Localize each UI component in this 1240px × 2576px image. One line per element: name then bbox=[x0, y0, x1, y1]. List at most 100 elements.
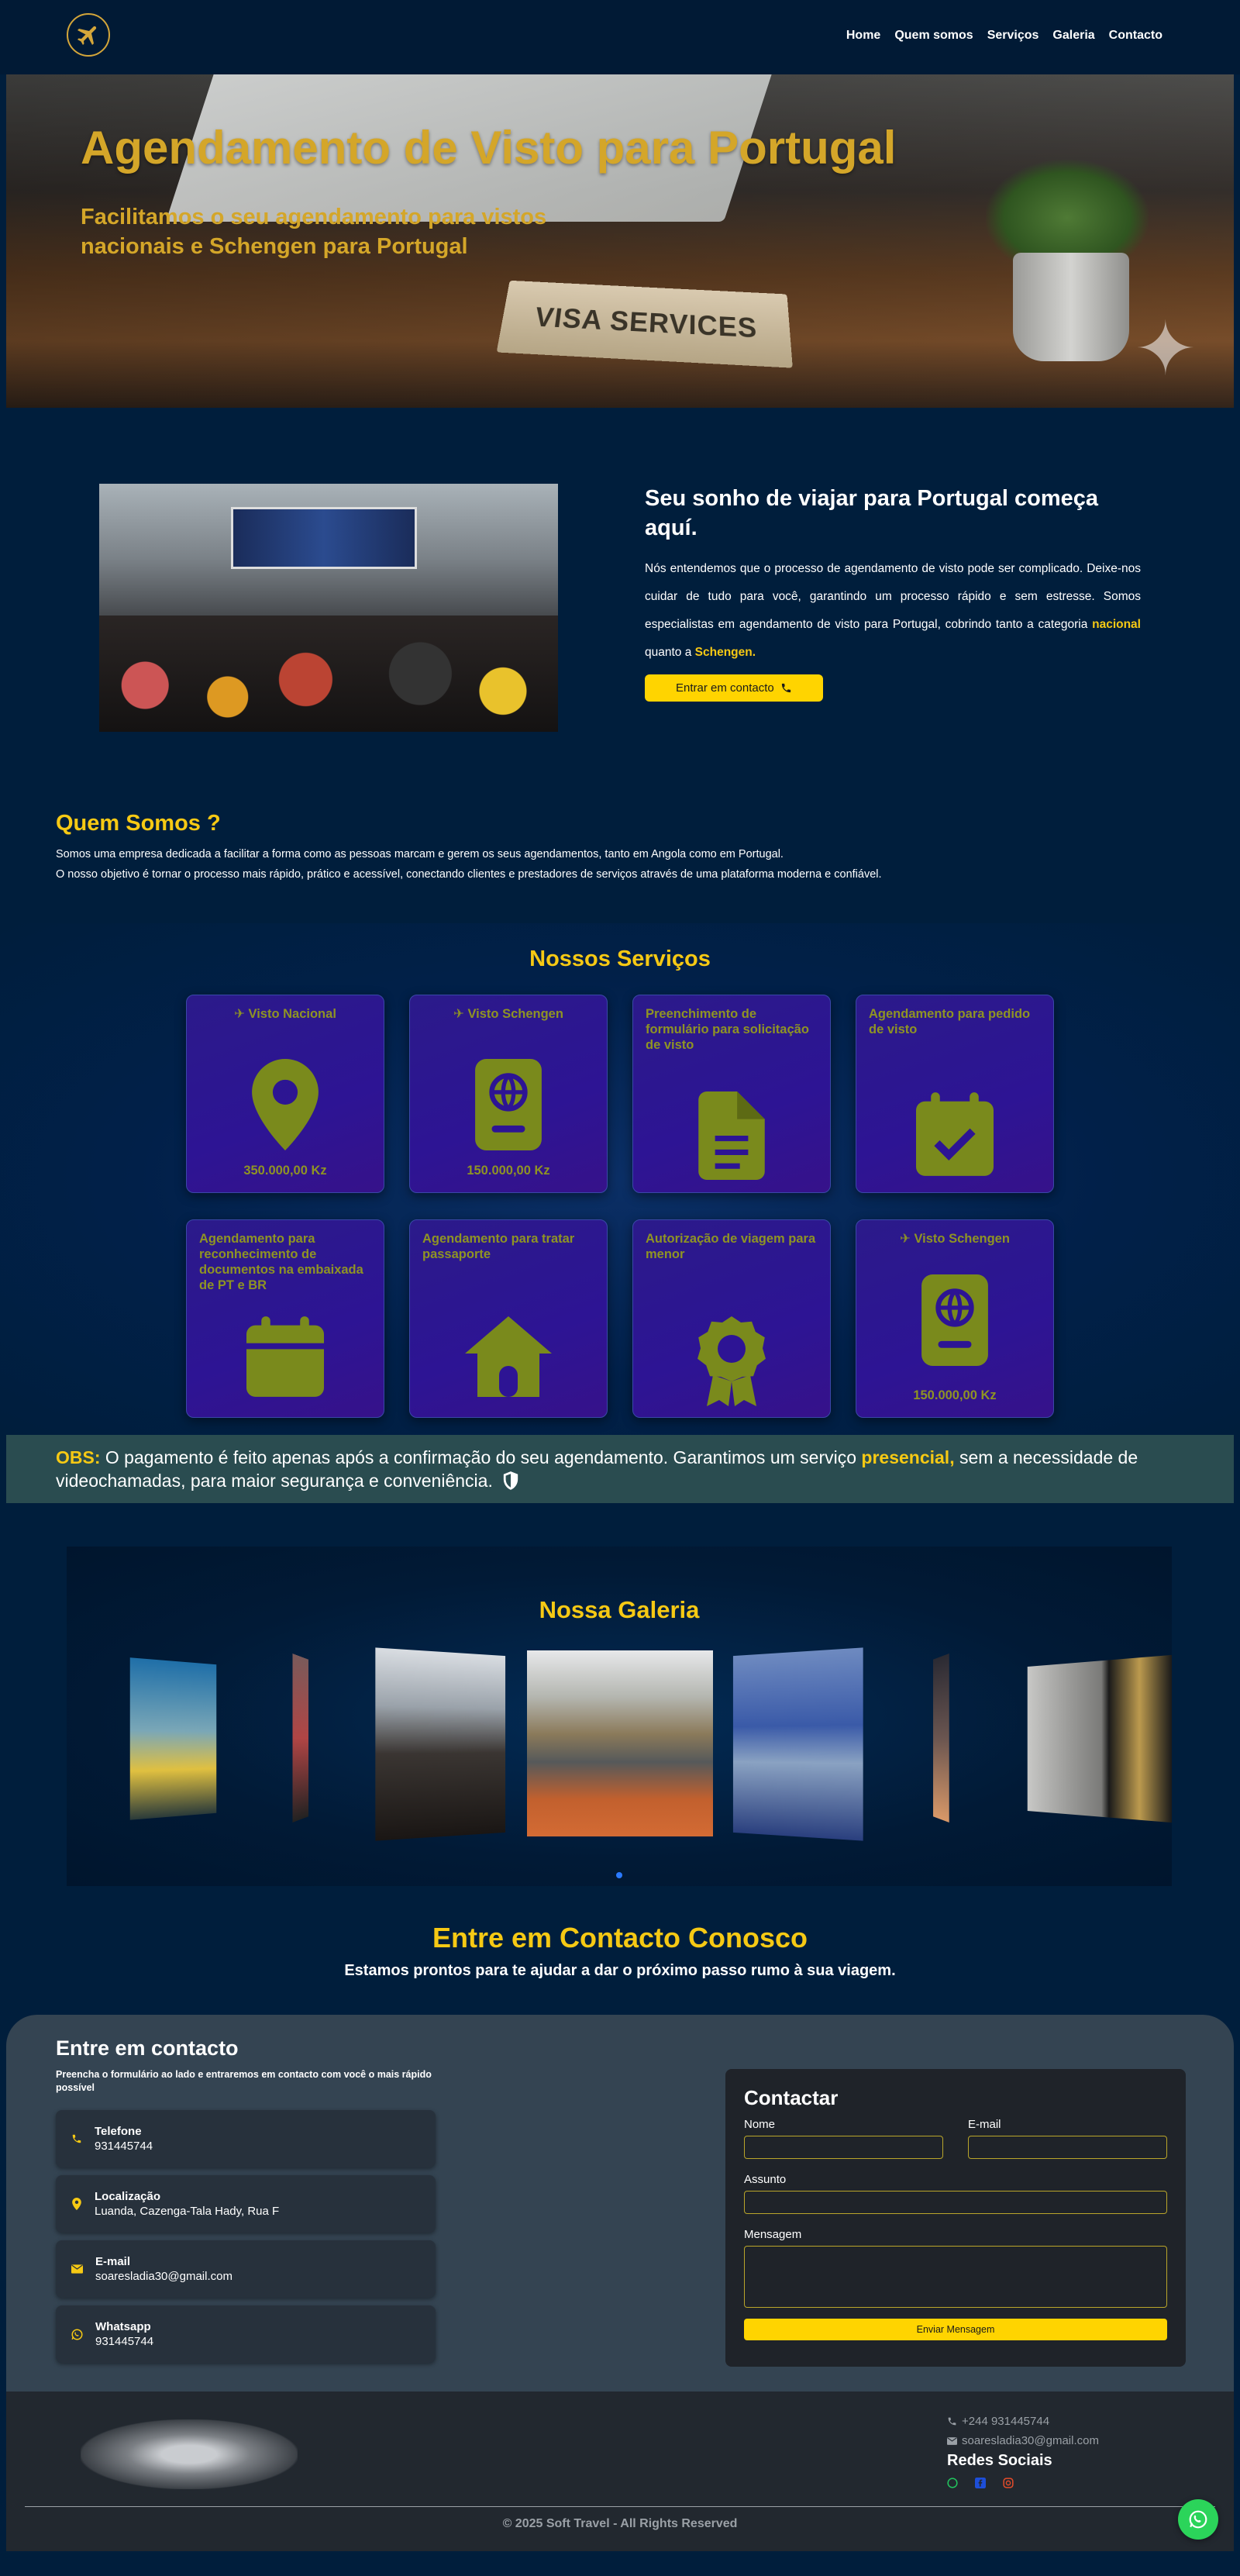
service-title: Agendamento para pedido de visto bbox=[869, 1007, 1031, 1036]
service-title: Agendamento para reconhecimento de docum… bbox=[199, 1232, 363, 1292]
obs-highlight: presencial, bbox=[861, 1447, 955, 1467]
service-card[interactable]: Agendamento para tratar passaporte bbox=[409, 1219, 608, 1418]
document-icon bbox=[698, 1091, 765, 1184]
message-textarea[interactable] bbox=[744, 2246, 1167, 2308]
email-label: E-mail bbox=[968, 2118, 1001, 2131]
contact-info-sub: Preencha o formulário ao lado e entrarem… bbox=[56, 2069, 432, 2093]
visa-services-sign: VISA SERVICES bbox=[496, 280, 793, 368]
hero-pot-decoration bbox=[1013, 253, 1129, 361]
gallery-slide[interactable] bbox=[129, 1657, 217, 1820]
service-card[interactable]: Autorização de viagem para menor bbox=[632, 1219, 831, 1418]
services-section: Nossos Serviços ✈ Visto Nacional 350.000… bbox=[0, 923, 1240, 1435]
services-heading: Nossos Serviços bbox=[529, 947, 711, 971]
info-label: Telefone bbox=[95, 2125, 142, 2138]
whatsapp-icon bbox=[71, 2329, 83, 2340]
gallery-section: Nossa Galeria bbox=[0, 1503, 1240, 1914]
contact-subtitle: Estamos prontos para te ajudar a dar o p… bbox=[344, 1962, 896, 1979]
info-label: Whatsapp bbox=[95, 2320, 151, 2333]
gallery-slide[interactable] bbox=[375, 1647, 506, 1841]
gallery-slide[interactable] bbox=[933, 1653, 949, 1823]
nav-link-home[interactable]: Home bbox=[846, 29, 880, 43]
footer: +244 931445744 soaresladia30@gmail.com R… bbox=[6, 2392, 1234, 2551]
travelers-crowd bbox=[99, 616, 558, 732]
service-price: 350.000,00 Kz bbox=[243, 1164, 327, 1178]
phone-icon bbox=[948, 2417, 956, 2426]
service-title: Preenchimento de formulário para solicit… bbox=[646, 1007, 809, 1052]
nav-link-quem-somos[interactable]: Quem somos bbox=[894, 29, 973, 43]
contact-cta-button[interactable]: Entrar em contacto bbox=[645, 674, 823, 702]
service-title: Autorização de viagem para menor bbox=[646, 1232, 816, 1261]
instagram-icon[interactable] bbox=[1003, 2478, 1014, 2488]
info-value: Luanda, Cazenga-Tala Hady, Rua F bbox=[95, 2205, 280, 2218]
message-label: Mensagem bbox=[744, 2228, 802, 2241]
about-line-2: O nosso objetivo é tornar o processo mai… bbox=[56, 868, 882, 881]
service-card[interactable]: Agendamento para reconhecimento de docum… bbox=[186, 1219, 384, 1418]
gallery-heading: Nossa Galeria bbox=[539, 1596, 700, 1623]
contact-section: Entre em contacto Preencha o formulário … bbox=[6, 2015, 1234, 2392]
hero-banner: VISA SERVICES ✦ Agendamento de Visto par… bbox=[6, 74, 1234, 408]
send-message-button[interactable]: Enviar Mensagem bbox=[744, 2319, 1167, 2340]
nav-link-contacto[interactable]: Contacto bbox=[1109, 29, 1162, 43]
name-input[interactable] bbox=[744, 2136, 943, 2159]
social-links bbox=[947, 2478, 1164, 2488]
footer-email[interactable]: soaresladia30@gmail.com bbox=[947, 2434, 1164, 2447]
footer-divider bbox=[25, 2506, 1215, 2507]
highlight-nacional: nacional bbox=[1092, 618, 1141, 631]
award-icon bbox=[694, 1316, 769, 1410]
map-pin-icon bbox=[252, 1059, 319, 1154]
info-label: Localização bbox=[95, 2190, 161, 2203]
service-title: Agendamento para tratar passaporte bbox=[422, 1232, 575, 1261]
services-grid: ✈ Visto Nacional 350.000,00 Kz ✈ Visto S… bbox=[186, 995, 1054, 1418]
email-icon bbox=[71, 2264, 83, 2274]
info-value: soaresladia30@gmail.com bbox=[95, 2270, 232, 2283]
about-section: Quem Somos ? Somos uma empresa dedicada … bbox=[0, 811, 1240, 923]
info-card-whatsapp[interactable]: Whatsapp 931445744 bbox=[56, 2305, 436, 2363]
calendar-check-icon bbox=[916, 1091, 994, 1181]
intro-text-start: Nós entendemos que o processo de agendam… bbox=[645, 562, 1141, 631]
nav-link-galeria[interactable]: Galeria bbox=[1052, 29, 1094, 43]
gallery-carousel[interactable]: Nossa Galeria bbox=[67, 1547, 1172, 1886]
footer-phone-text: +244 931445744 bbox=[962, 2415, 1050, 2428]
contact-title: Entre em Contacto Conosco bbox=[432, 1922, 808, 1954]
info-value: 931445744 bbox=[95, 2335, 154, 2348]
navbar: Home Quem somos Serviços Galeria Contact… bbox=[0, 0, 1240, 74]
footer-phone[interactable]: +244 931445744 bbox=[947, 2415, 1164, 2428]
whatsapp-float-button[interactable] bbox=[1178, 2499, 1218, 2540]
footer-plane-logo bbox=[81, 2419, 298, 2489]
form-title: Contactar bbox=[744, 2086, 839, 2109]
service-card[interactable]: ✈ Visto Schengen 150.000,00 Kz bbox=[409, 995, 608, 1193]
intro-paragraph: Nós entendemos que o processo de agendam… bbox=[645, 555, 1141, 667]
info-card-email[interactable]: E-mail soaresladia30@gmail.com bbox=[56, 2240, 436, 2298]
passport-icon bbox=[921, 1274, 988, 1370]
service-card[interactable]: ✈ Visto Nacional 350.000,00 Kz bbox=[186, 995, 384, 1193]
departure-boards bbox=[231, 507, 417, 569]
service-card[interactable]: ✈ Visto Schengen 150.000,00 Kz bbox=[856, 1219, 1054, 1418]
subject-input[interactable] bbox=[744, 2191, 1167, 2214]
nav-link-servicos[interactable]: Serviços bbox=[987, 29, 1039, 43]
service-title: ✈ Visto Schengen bbox=[900, 1232, 1010, 1246]
nav-menu: Home Quem somos Serviços Galeria Contact… bbox=[846, 29, 1162, 43]
info-value: 931445744 bbox=[95, 2140, 153, 2153]
gallery-slide[interactable] bbox=[1027, 1654, 1172, 1823]
whatsapp-icon[interactable] bbox=[947, 2478, 958, 2488]
info-card-telefone[interactable]: Telefone 931445744 bbox=[56, 2110, 436, 2167]
footer-email-text: soaresladia30@gmail.com bbox=[962, 2434, 1099, 2447]
info-card-localizacao[interactable]: Localização Luanda, Cazenga-Tala Hady, Ru… bbox=[56, 2175, 436, 2233]
phone-icon bbox=[781, 683, 790, 693]
carousel-dot-active[interactable] bbox=[616, 1872, 622, 1878]
email-input[interactable] bbox=[968, 2136, 1167, 2159]
gallery-slide[interactable] bbox=[732, 1647, 863, 1841]
service-card[interactable]: Preenchimento de formulário para solicit… bbox=[632, 995, 831, 1193]
facebook-icon[interactable] bbox=[975, 2478, 986, 2488]
location-icon bbox=[72, 2198, 81, 2210]
service-card[interactable]: Agendamento para pedido de visto bbox=[856, 995, 1054, 1193]
gallery-slide[interactable] bbox=[527, 1650, 713, 1836]
highlight-schengen: Schengen. bbox=[694, 646, 756, 659]
logo-plane-icon[interactable] bbox=[67, 13, 110, 57]
house-icon bbox=[465, 1316, 552, 1401]
passport-icon bbox=[475, 1059, 542, 1154]
service-price: 150.000,00 Kz bbox=[467, 1164, 550, 1178]
contact-info-heading: Entre em contacto bbox=[56, 2036, 239, 2060]
gallery-slide[interactable] bbox=[292, 1653, 308, 1823]
service-title: ✈ Visto Schengen bbox=[453, 1007, 563, 1021]
